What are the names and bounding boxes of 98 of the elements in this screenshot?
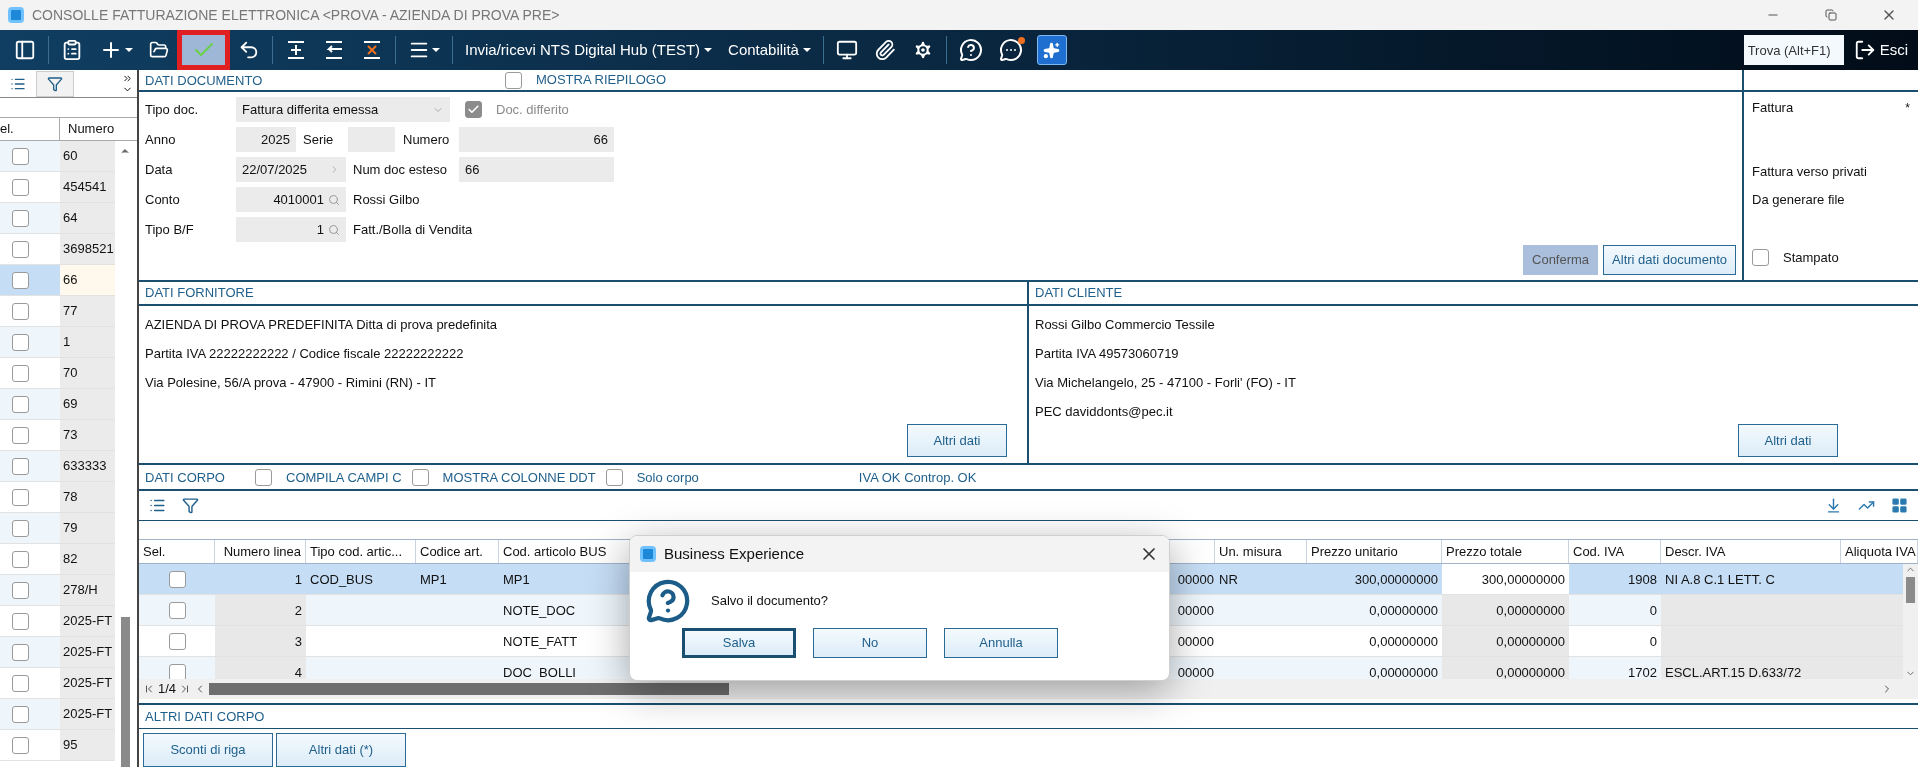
field-label: Tipo doc. xyxy=(145,100,199,119)
address-line: Rossi Gilbo Commercio Tessile xyxy=(1035,316,1216,335)
address-line: Partita IVA 22222222222 / Codice fiscale 22222222222 xyxy=(145,345,465,364)
checkbox-label: MOSTRA COLONNE DDT xyxy=(442,468,596,487)
table-cell-text: NR xyxy=(1219,570,1238,589)
list-cell: 73 xyxy=(60,420,115,450)
table-cell-text: 00000 xyxy=(1177,601,1214,620)
table-cell-text: 1908 xyxy=(1628,570,1657,589)
table-cell-text: 300,00000000 xyxy=(1354,570,1438,589)
window-title: CONSOLLE FATTURAZIONE ELETTRONICA <PROVA - AZIENDA DI PROVA PRE> xyxy=(32,5,560,25)
column-header: Numero linea xyxy=(215,540,306,564)
address-line: Via Polesine, 56/A prova - 47900 - Rimini (RN) - IT xyxy=(145,374,437,393)
field-label: Conto xyxy=(145,190,181,209)
list-cell: 278/H xyxy=(60,575,115,605)
address-line: Via Michelangelo, 25 - 47100 - Forli' (FO) - IT xyxy=(1035,374,1297,393)
list-cell: 64 xyxy=(60,203,115,233)
checkbox-label: Stampato xyxy=(1783,249,1839,268)
table-cell-text: 0,00000000 xyxy=(1496,632,1565,651)
list-cell: 82 xyxy=(60,544,115,574)
list-cell: 79 xyxy=(60,513,115,543)
field-label: Serie xyxy=(302,130,335,149)
table-cell-text: NOTE_DOC xyxy=(503,601,576,620)
column-header: Codice art. xyxy=(416,540,499,564)
list-cell: 77 xyxy=(60,296,115,326)
column-header: Numero xyxy=(67,120,116,139)
checkbox-label: COMPILA CAMPI C xyxy=(286,468,402,487)
table-cell-text: 4 xyxy=(294,663,302,680)
document-type-description: Fatt./Bolla di Vendita xyxy=(352,220,473,239)
section-title: ALTRI DATI CORPO xyxy=(145,707,265,726)
table-cell-text: DOC_BOLLI xyxy=(503,663,576,680)
table-cell-text: 0,00000000 xyxy=(1496,601,1565,620)
field-label: Tipo B/F xyxy=(145,220,195,239)
address-line: AZIENDA DI PROVA PREDEFINITA Ditta di prova predefinita xyxy=(145,316,499,335)
column-header: el. xyxy=(0,118,60,140)
table-cell-text: 0,00000000 xyxy=(1369,632,1438,651)
address-line: Partita IVA 49573060719 xyxy=(1035,345,1180,364)
section-title: DATI CORPO xyxy=(145,469,225,485)
list-cell: 2025-FT xyxy=(60,637,115,667)
field-label: Data xyxy=(145,160,174,179)
address-line: PEC daviddonts@pec.it xyxy=(1035,403,1174,422)
checkbox-label: MOSTRA RIEPILOGO xyxy=(536,71,667,90)
field-label: Anno xyxy=(145,130,177,149)
list-cell: 633333 xyxy=(60,451,115,481)
column-header: Prezzo unitario xyxy=(1307,540,1442,564)
column-header: Un. misura xyxy=(1215,540,1307,564)
checkbox-label: Solo corpo xyxy=(636,468,699,487)
page-indicator: 1/4 xyxy=(158,680,177,699)
status-text: Da generare file xyxy=(1751,190,1846,209)
dialog-message: Salvo il documento? xyxy=(711,592,829,611)
list-cell: 2025-FT xyxy=(60,699,115,729)
table-cell-text: 0 xyxy=(1649,601,1657,620)
section-title: DATI DOCUMENTO xyxy=(145,73,263,88)
table-cell-text: 300,00000000 xyxy=(1481,570,1565,589)
table-cell-text: 00000 xyxy=(1177,663,1214,680)
dialog-title: Business Experience xyxy=(664,543,805,564)
table-cell-text: MP1 xyxy=(503,570,530,589)
status-text: Fattura verso privati xyxy=(1751,162,1868,181)
list-cell: 2025-FT xyxy=(60,606,115,636)
list-cell: 69 xyxy=(60,389,115,419)
list-cell: 454541 xyxy=(60,172,115,202)
table-cell-text: 0,00000000 xyxy=(1369,601,1438,620)
list-cell: 66 xyxy=(60,265,115,295)
field-label: Num doc esteso xyxy=(352,160,448,179)
list-cell: 70 xyxy=(60,358,115,388)
list-cell: 78 xyxy=(60,482,115,512)
table-cell-text: 0,00000000 xyxy=(1369,663,1438,680)
table-cell-text: 3 xyxy=(294,632,302,651)
column-header: Prezzo totale xyxy=(1442,540,1569,564)
table-cell-text: 00000 xyxy=(1177,570,1214,589)
marker: * xyxy=(1905,99,1910,117)
table-cell-text: NI A.8 C.1 LETT. C xyxy=(1665,570,1775,589)
table-cell-text: MP1 xyxy=(420,570,447,589)
table-cell-text: ESCL.ART.15 D.633/72 xyxy=(1665,663,1802,680)
list-cell: 3698521 xyxy=(60,234,115,264)
table-cell-text: 0,00000000 xyxy=(1496,663,1565,680)
column-header: Descr. IVA xyxy=(1661,540,1841,564)
list-cell: 2025-FT xyxy=(60,668,115,698)
section-title: DATI CLIENTE xyxy=(1035,283,1123,302)
column-header: Sel. xyxy=(139,540,215,564)
column-header: Cod. IVA xyxy=(1569,540,1661,564)
column-header: Aliquota IVA xyxy=(1841,540,1918,564)
list-cell: 60 xyxy=(60,141,115,171)
table-cell-text: 1702 xyxy=(1628,663,1657,680)
table-cell-text: 00000 xyxy=(1177,632,1214,651)
account-name: Rossi Gilbo xyxy=(352,190,420,209)
column-header: Tipo cod. artic... xyxy=(306,540,416,564)
section-title: DATI FORNITORE xyxy=(145,283,254,302)
checkbox-label: Doc. differito xyxy=(496,100,569,119)
table-cell-text: COD_BUS xyxy=(310,570,373,589)
field-label: Numero xyxy=(402,130,451,149)
status-text: IVA OK Controp. OK xyxy=(858,468,977,487)
table-cell-text: 1 xyxy=(294,570,302,589)
table-cell-text: 0 xyxy=(1649,632,1657,651)
table-cell-text: 2 xyxy=(294,601,302,620)
list-cell: 95 xyxy=(60,730,115,760)
table-cell-text: NOTE_FATT xyxy=(503,632,578,651)
document-type: Fattura xyxy=(1752,99,1794,117)
list-cell: 1 xyxy=(60,327,115,357)
